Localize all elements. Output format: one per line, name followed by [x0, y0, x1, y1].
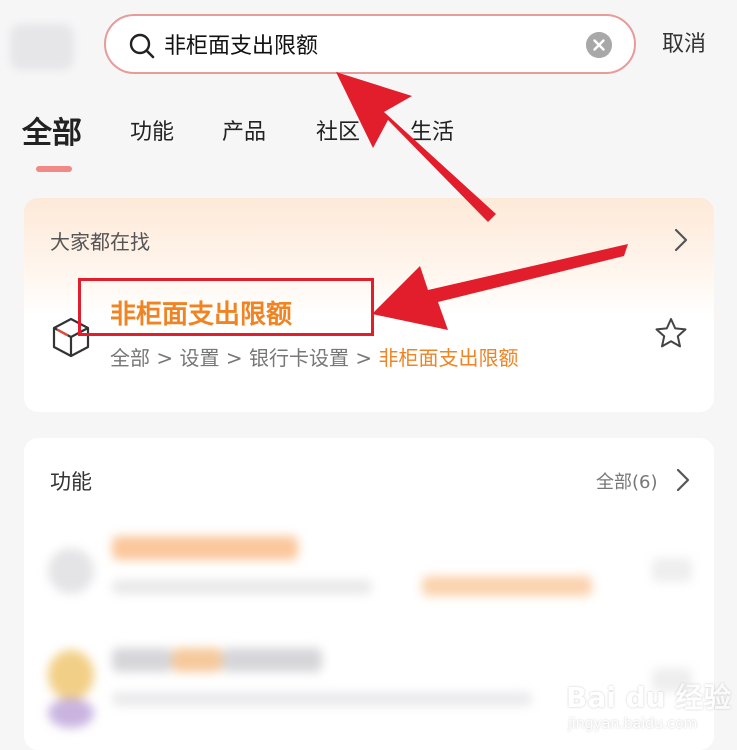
search-box[interactable] [104, 14, 636, 74]
search-input[interactable] [164, 26, 574, 62]
chevron-right-icon[interactable] [676, 468, 690, 492]
star-icon[interactable] [654, 316, 688, 350]
watermark: Bai du 经验 jingyan.baidu.com [566, 670, 732, 744]
breadcrumb-separator: > [225, 346, 243, 370]
avatar[interactable] [10, 24, 74, 70]
popular-search-card: 大家都在找 非柜面支出限额 全部 > 设置 > 银行卡设置 > 非柜面支出限额 [24, 198, 714, 412]
cancel-button[interactable]: 取消 [662, 26, 706, 58]
breadcrumb-separator: > [156, 346, 174, 370]
tab-life[interactable]: 生活 [410, 114, 454, 146]
search-icon [129, 33, 155, 59]
tab-all[interactable]: 全部 [22, 108, 82, 152]
popular-search-title: 大家都在找 [50, 230, 150, 254]
breadcrumb-separator: > [355, 346, 373, 370]
breadcrumb-item: 银行卡设置 [248, 346, 349, 370]
tab-functions[interactable]: 功能 [130, 114, 174, 146]
chevron-right-icon[interactable] [674, 228, 688, 252]
view-all-button[interactable]: 全部(6) [596, 468, 658, 494]
functions-title: 功能 [50, 470, 92, 494]
tab-indicator [36, 166, 72, 172]
breadcrumb-item-current: 非柜面支出限额 [378, 346, 519, 370]
header: 取消 [0, 0, 737, 90]
tab-products[interactable]: 产品 [222, 114, 266, 146]
tab-community[interactable]: 社区 [316, 114, 360, 146]
category-tabs: 全部 功能 产品 社区 生活 [0, 100, 737, 180]
breadcrumb-item: 全部 [110, 346, 150, 370]
clear-icon[interactable] [586, 32, 612, 58]
result-title[interactable]: 非柜面支出限额 [110, 294, 292, 331]
watermark-logo: Bai du 经验 [566, 681, 732, 714]
watermark-url: jingyan.baidu.com [568, 716, 698, 732]
breadcrumb-item: 设置 [179, 346, 220, 370]
breadcrumb: 全部 > 设置 > 银行卡设置 > 非柜面支出限额 [110, 342, 518, 371]
